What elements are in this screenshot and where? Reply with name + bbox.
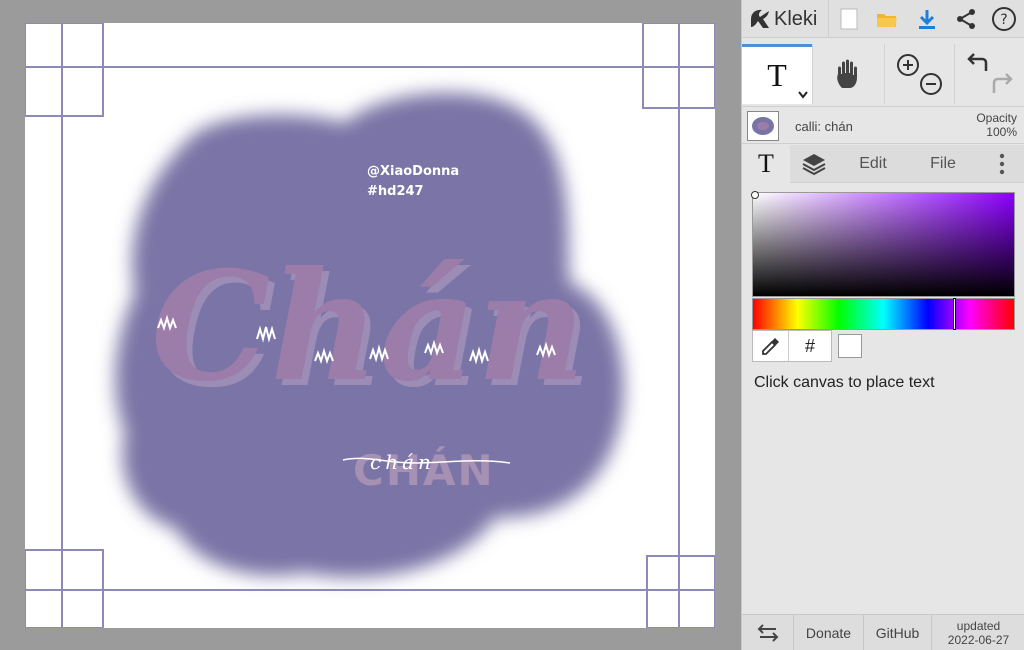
download-icon [919, 10, 935, 29]
color-tools: # [752, 330, 832, 362]
zoom-out-icon[interactable] [919, 73, 942, 95]
hex-input-button[interactable]: # [789, 331, 831, 361]
open-image-button[interactable] [872, 4, 902, 34]
top-bar: Kleki ? [742, 0, 1024, 38]
more-menu-button[interactable] [978, 145, 1024, 183]
svg-text:?: ? [1000, 12, 1007, 28]
share-button[interactable] [951, 4, 981, 34]
new-file-icon [840, 8, 858, 30]
saturation-value-area[interactable] [751, 191, 1015, 297]
github-link[interactable]: GitHub [864, 615, 932, 650]
tab-layers[interactable] [790, 145, 838, 183]
undo-redo-icons [967, 53, 1013, 93]
artwork: @XiaoDonna #hd247 Chán Chán CHÁN chán [25, 23, 715, 628]
undo-redo-controls [954, 44, 1024, 104]
opacity-value: 100% [986, 125, 1017, 139]
current-color-swatch[interactable] [838, 334, 862, 358]
layer-name: calli: chán [795, 119, 853, 134]
layers-icon [802, 154, 826, 176]
sub-word-script: chán [370, 450, 435, 474]
layer-row[interactable]: calli: chán Opacity 100% [742, 106, 1024, 144]
updated-info[interactable]: updated 2022-06-27 [932, 615, 1024, 650]
swap-icon [757, 624, 778, 642]
tab-file[interactable]: File [908, 145, 978, 183]
eyedropper-icon [761, 338, 779, 355]
tool-row: T [742, 44, 1024, 104]
sv-handle[interactable] [751, 191, 759, 199]
updated-label: updated [956, 619, 1001, 633]
bottom-bar: Donate GitHub updated 2022-06-27 [742, 614, 1024, 650]
main-lettering: Chán [151, 239, 586, 415]
hashtag-text: #hd247 [367, 184, 424, 199]
text-tab-icon: T [758, 149, 774, 178]
canvas-area[interactable]: @XiaoDonna #hd247 Chán Chán CHÁN chán [0, 0, 741, 650]
help-icon: ? [992, 7, 1016, 31]
kleki-logo-icon [751, 9, 769, 28]
save-image-button[interactable] [912, 4, 942, 34]
redo-icon[interactable] [992, 73, 1013, 93]
undo-icon[interactable] [967, 53, 988, 71]
zoom-controls [884, 44, 954, 104]
side-panel: Kleki ? T calli: chán Opacity 100% T Edi… [741, 0, 1024, 650]
updated-date: 2022-06-27 [947, 633, 1010, 647]
opacity-label: Opacity [976, 111, 1017, 125]
handle-text: @XiaoDonna [367, 164, 459, 179]
layer-preview-icon [752, 117, 774, 135]
text-tool-button[interactable]: T [742, 44, 812, 104]
drawing-canvas[interactable]: @XiaoDonna #hd247 Chán Chán CHÁN chán [25, 23, 715, 628]
share-icon [957, 9, 975, 29]
layer-opacity[interactable]: Opacity 100% [976, 111, 1017, 139]
more-vertical-icon [999, 153, 1004, 175]
app-logo[interactable]: Kleki [748, 5, 817, 33]
text-tool-icon: T [767, 57, 787, 93]
hue-slider[interactable] [752, 298, 1015, 330]
panel-tabs: T Edit File [742, 145, 1024, 183]
folder-icon [877, 14, 897, 27]
help-button[interactable]: ? [989, 4, 1019, 34]
tab-tool-settings[interactable]: T [742, 145, 790, 183]
chevron-down-icon[interactable] [798, 91, 808, 99]
tab-edit[interactable]: Edit [838, 145, 908, 183]
new-image-button[interactable] [834, 4, 864, 34]
layer-thumbnail[interactable] [747, 111, 779, 141]
text-tool-hint: Click canvas to place text [754, 374, 935, 391]
hue-marker[interactable] [953, 298, 956, 330]
swap-sides-button[interactable] [742, 615, 794, 650]
zoom-icons [896, 54, 942, 95]
app-name: Kleki [774, 7, 818, 30]
hand-icon [836, 59, 857, 88]
zoom-in-icon[interactable] [896, 54, 919, 76]
eyedropper-button[interactable] [753, 331, 789, 361]
donate-link[interactable]: Donate [794, 615, 864, 650]
hand-tool-button[interactable] [812, 44, 884, 104]
